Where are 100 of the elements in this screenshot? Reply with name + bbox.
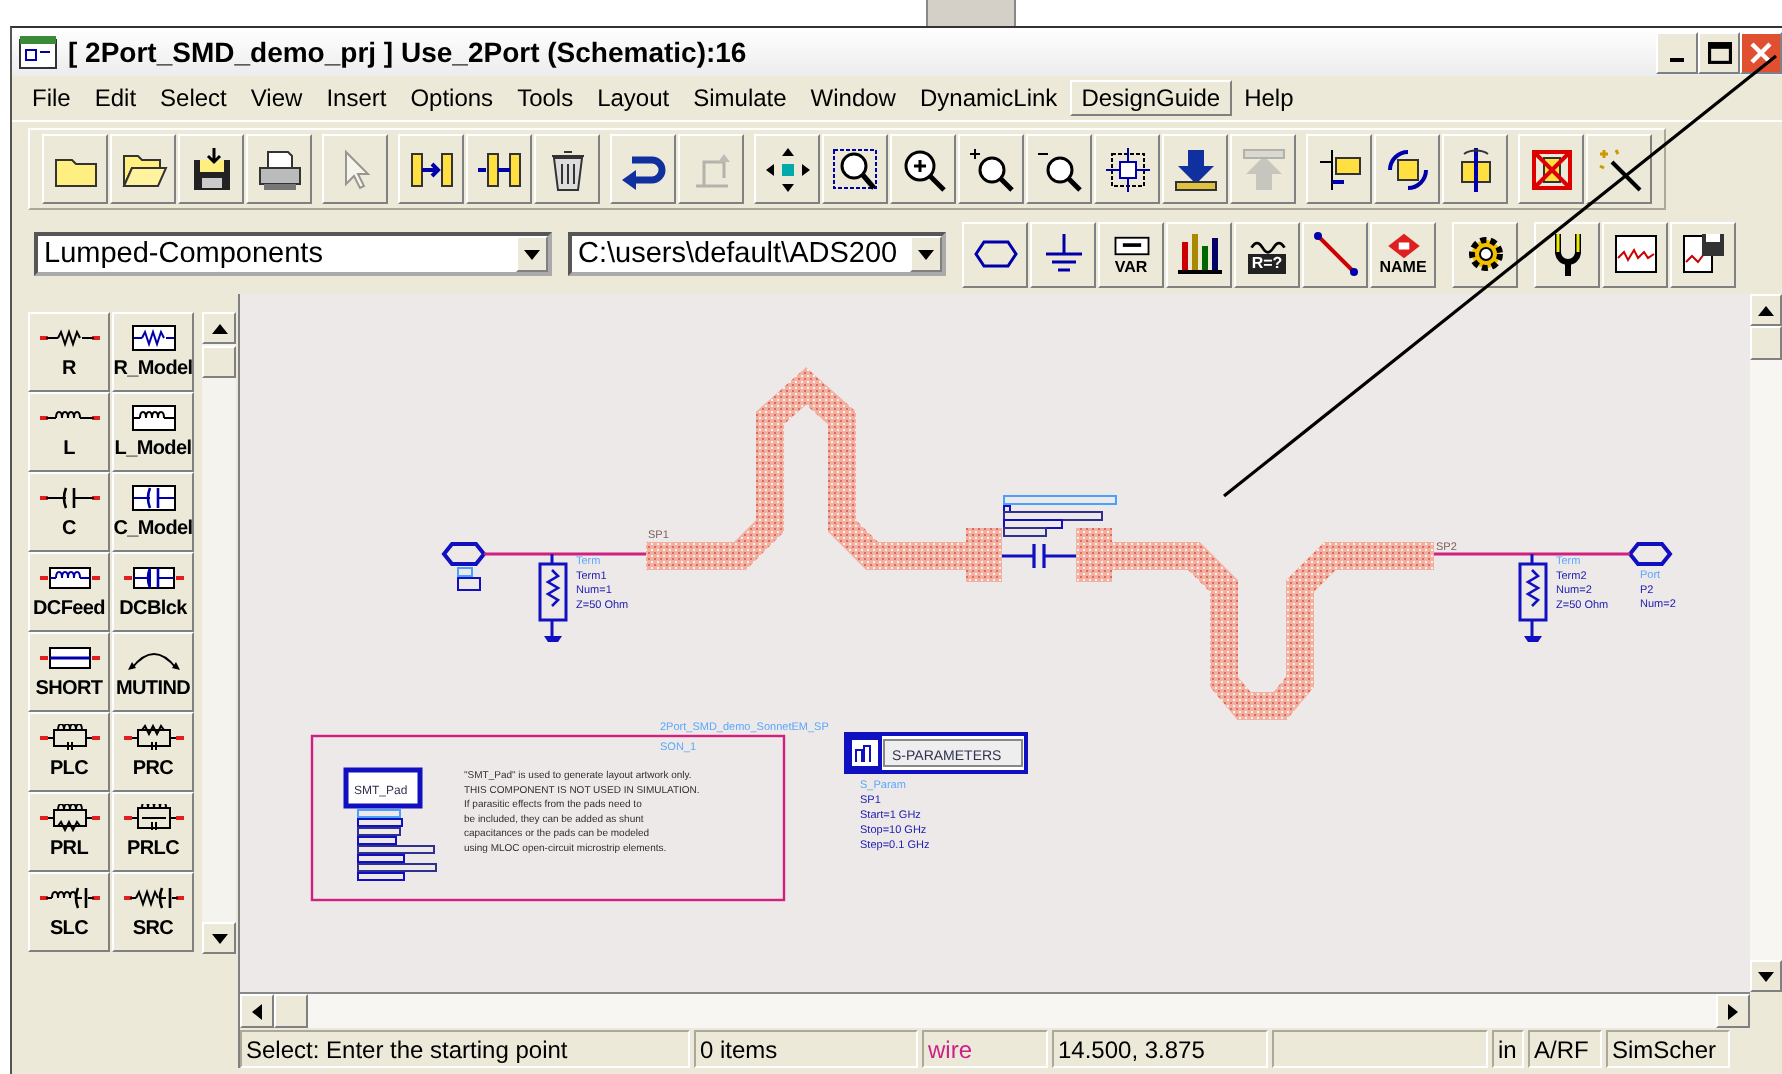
save-button[interactable] <box>178 134 244 204</box>
palette-item[interactable]: PRC <box>112 712 194 792</box>
menu-item[interactable]: Insert <box>314 80 399 116</box>
menu-item[interactable]: File <box>20 80 83 116</box>
component-bars-drawing[interactable] <box>1003 495 1117 537</box>
microstrip-trace[interactable] <box>646 367 966 570</box>
palette-item[interactable]: L_Model <box>112 392 194 472</box>
menu-item[interactable]: Select <box>148 80 239 116</box>
chip-button[interactable]: VAR <box>1098 221 1164 287</box>
series-circuit-icon <box>123 884 183 912</box>
crossed-component-button[interactable] <box>1518 134 1584 204</box>
zoom-plus-button[interactable] <box>958 134 1024 204</box>
port-symbol[interactable] <box>441 542 487 566</box>
capacitor-symbol[interactable] <box>1000 542 1078 570</box>
menu-item[interactable]: Layout <box>585 80 682 116</box>
plot-save-button[interactable] <box>1670 221 1736 287</box>
sparameters-block[interactable] <box>844 732 1028 774</box>
hexagon-button[interactable] <box>962 221 1028 287</box>
open-folder-button[interactable] <box>110 134 176 204</box>
palette-item[interactable]: C <box>28 472 110 552</box>
component-bars-drawing[interactable] <box>357 809 437 881</box>
bar-chart-button[interactable] <box>1166 221 1232 287</box>
menu-item[interactable]: DesignGuide <box>1069 80 1233 116</box>
chip-icon <box>1109 232 1153 260</box>
smt-pad-symbol[interactable] <box>343 767 423 809</box>
scroll-thumb[interactable] <box>274 994 308 1028</box>
palette-item[interactable]: DCBlck <box>112 552 194 632</box>
pad[interactable] <box>966 528 1002 582</box>
diagonal-line-button[interactable] <box>1302 221 1368 287</box>
palette-item[interactable]: SHORT <box>28 632 110 712</box>
palette-item[interactable]: PRL <box>28 792 110 872</box>
down-arrow-tray-button[interactable] <box>1162 134 1228 204</box>
library-dropdown[interactable]: Lumped-Components <box>34 232 552 276</box>
palette-item[interactable]: PRLC <box>112 792 194 872</box>
tuning-fork-button[interactable] <box>1534 221 1600 287</box>
menu-item[interactable]: DynamicLink <box>907 80 1070 116</box>
close-button[interactable] <box>1740 31 1782 73</box>
palette-item[interactable]: R <box>28 312 110 392</box>
printer-button[interactable] <box>246 134 312 204</box>
waveform-plot-button[interactable] <box>1602 221 1668 287</box>
palette-item[interactable]: SLC <box>28 872 110 952</box>
component-box-button[interactable] <box>1094 134 1160 204</box>
menu-item[interactable]: Options <box>398 80 506 116</box>
scroll-up-button[interactable] <box>1750 294 1782 326</box>
scroll-up-button[interactable] <box>202 312 236 344</box>
minimize-button[interactable] <box>1656 31 1698 73</box>
palette-item[interactable]: DCFeed <box>28 552 110 632</box>
maximize-button[interactable] <box>1698 31 1740 73</box>
note-frame[interactable] <box>310 734 786 902</box>
menu-item[interactable]: Help <box>1232 80 1306 116</box>
menu-item[interactable]: Edit <box>82 80 149 116</box>
down-arrow-tray-icon <box>1171 145 1219 193</box>
resistor-icon <box>39 324 99 352</box>
rotate-component-button[interactable] <box>1374 134 1440 204</box>
path-dropdown[interactable]: C:\users\default\ADS200 <box>568 232 946 276</box>
scroll-right-button[interactable] <box>1716 994 1750 1028</box>
palette-item[interactable]: MUTIND <box>112 632 194 712</box>
palette-item[interactable]: C_Model <box>112 472 194 552</box>
component-flag-button[interactable] <box>1306 134 1372 204</box>
vertical-scrollbar[interactable] <box>1750 294 1782 992</box>
gear-button[interactable] <box>1452 221 1518 287</box>
status-field: 0 items <box>694 1030 918 1068</box>
component-pair-button[interactable] <box>466 134 532 204</box>
dropdown-button[interactable] <box>516 236 548 272</box>
horizontal-scrollbar[interactable] <box>240 994 1750 1028</box>
zoom-box-button[interactable] <box>822 134 888 204</box>
trash-button[interactable] <box>534 134 600 204</box>
termination-symbol[interactable] <box>538 552 568 642</box>
scroll-down-button[interactable] <box>202 922 236 954</box>
scroll-down-button[interactable] <box>1750 960 1782 992</box>
wave-button[interactable]: R=? <box>1234 221 1300 287</box>
component-arrow-button[interactable] <box>398 134 464 204</box>
move-arrows-button[interactable] <box>754 134 820 204</box>
palette-item[interactable]: L <box>28 392 110 472</box>
palette-item[interactable]: R_Model <box>112 312 194 392</box>
magic-wand-button[interactable] <box>1586 134 1652 204</box>
menu-item[interactable]: View <box>238 80 315 116</box>
port-marker-drawing[interactable] <box>457 567 481 591</box>
scroll-left-button[interactable] <box>240 994 274 1028</box>
up-arrow-tray-icon <box>1239 145 1287 193</box>
folder-button[interactable] <box>42 134 108 204</box>
component-box-icon <box>1103 145 1151 193</box>
ground-button[interactable] <box>1030 221 1096 287</box>
menu-item[interactable]: Simulate <box>681 80 799 116</box>
undo-button[interactable] <box>610 134 676 204</box>
zoom-in-button[interactable] <box>890 134 956 204</box>
mirror-component-button[interactable] <box>1442 134 1508 204</box>
termination-symbol[interactable] <box>1518 552 1548 642</box>
palette-item[interactable]: SRC <box>112 872 194 952</box>
pad[interactable] <box>1076 528 1112 582</box>
menu-item[interactable]: Tools <box>505 80 586 116</box>
port-symbol[interactable] <box>1627 542 1673 566</box>
diamond-button[interactable]: NAME <box>1370 221 1436 287</box>
menu-item[interactable]: Window <box>798 80 908 116</box>
scroll-thumb[interactable] <box>1750 326 1782 360</box>
dropdown-button[interactable] <box>910 236 942 272</box>
palette-scrollbar[interactable] <box>202 312 236 954</box>
zoom-minus-button[interactable] <box>1026 134 1092 204</box>
scroll-thumb[interactable] <box>202 346 236 378</box>
palette-item[interactable]: PLC <box>28 712 110 792</box>
